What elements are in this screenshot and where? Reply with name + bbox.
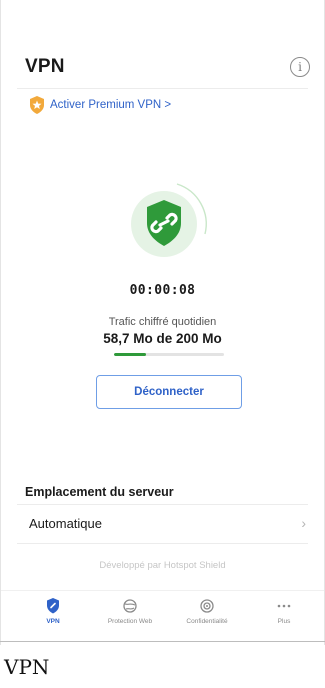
premium-label: Activer Premium VPN > <box>50 99 172 111</box>
traffic-value: 58,7 Mo de 200 Mo <box>103 331 222 346</box>
activate-premium-link[interactable]: Activer Premium VPN > <box>29 96 171 114</box>
bottom-tab-bar: VPN Protection Web Confidentialité Plus <box>1 590 324 635</box>
info-icon[interactable]: i <box>290 57 310 77</box>
premium-star-icon <box>30 96 44 114</box>
header-divider <box>17 88 308 89</box>
server-section-title: Emplacement du serveur <box>25 485 174 499</box>
tab-more[interactable]: Plus <box>244 597 324 625</box>
tab-privacy[interactable]: Confidentialité <box>167 597 247 625</box>
tab-label: VPN <box>46 618 60 625</box>
globe-shield-icon <box>123 599 137 613</box>
traffic-progress-fill <box>114 353 146 356</box>
connection-timer: 00:00:08 <box>129 283 196 298</box>
eye-icon <box>200 599 214 613</box>
page-title: VPN <box>25 56 65 77</box>
disconnect-button[interactable]: Déconnecter <box>96 375 242 409</box>
developer-credit: Développé par Hotspot Shield <box>99 560 226 571</box>
tab-label: Protection Web <box>107 618 153 625</box>
caption-divider <box>0 641 325 642</box>
server-location-row[interactable]: Automatique › <box>1 505 324 543</box>
traffic-progress-bar <box>114 353 224 356</box>
row-divider <box>17 543 308 544</box>
tab-web-protection[interactable]: Protection Web <box>90 597 170 625</box>
tab-vpn[interactable]: VPN <box>13 597 93 625</box>
traffic-label: Trafic chiffré quotidien <box>108 316 217 328</box>
tab-label: Plus <box>277 618 291 625</box>
more-dots-icon <box>277 604 291 608</box>
connected-shield-icon <box>131 183 207 257</box>
server-location-value: Automatique <box>29 516 102 531</box>
app-screen: VPN i Activer Premium VPN > 00:00:08 Tra… <box>0 0 325 645</box>
caption-text: VPN <box>4 655 50 679</box>
tab-label: Confidentialité <box>186 618 228 625</box>
header: VPN i <box>1 48 324 88</box>
chevron-right-icon: › <box>301 515 306 531</box>
vpn-status-indicator <box>117 178 217 270</box>
vpn-shield-icon <box>47 598 59 614</box>
